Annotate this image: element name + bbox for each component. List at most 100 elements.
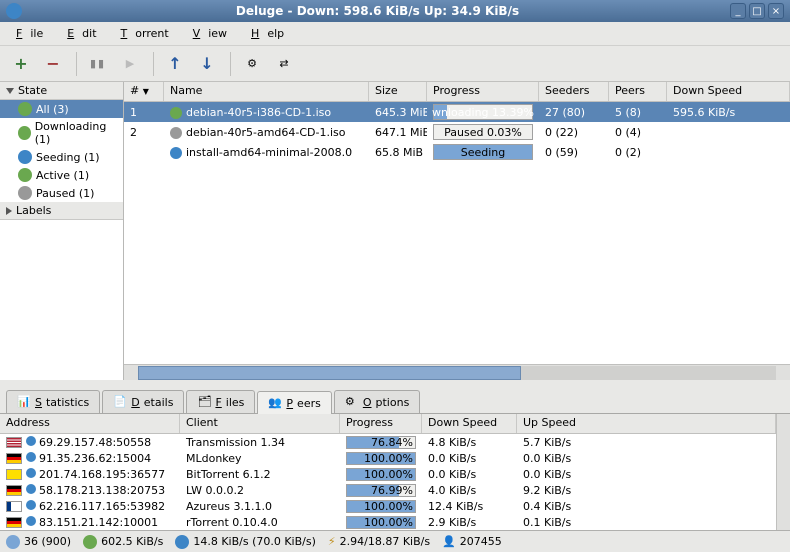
sidebar-item-3[interactable]: Active (1) — [0, 166, 123, 184]
pcol-progress[interactable]: Progress — [340, 414, 422, 433]
scrollbar-thumb[interactable] — [138, 366, 521, 380]
peers-icon: 👥 — [268, 396, 282, 410]
tab-peers[interactable]: 👥Peers — [257, 391, 331, 414]
menu-help[interactable]: Help — [243, 25, 300, 42]
col-progress[interactable]: Progress — [427, 82, 539, 101]
pcol-address[interactable]: Address — [0, 414, 180, 433]
col-size[interactable]: Size — [369, 82, 427, 101]
titlebar: Deluge - Down: 598.6 KiB/s Up: 34.9 KiB/… — [0, 0, 790, 22]
minimize-button[interactable]: _ — [730, 3, 746, 19]
toolbar-separator — [76, 52, 77, 76]
toolbar-separator — [153, 52, 154, 76]
state-icon — [18, 168, 32, 182]
tab-statistics[interactable]: 📊Statistics — [6, 390, 100, 413]
torrent-list: # ▼ Name Size Progress Seeders Peers Dow… — [124, 82, 790, 380]
sidebar-item-label: Paused (1) — [36, 187, 94, 200]
flag-icon — [6, 437, 22, 448]
torrent-state-icon — [170, 147, 182, 159]
maximize-button[interactable]: □ — [749, 3, 765, 19]
state-icon — [18, 126, 31, 140]
upload-icon — [175, 535, 189, 549]
torrent-row[interactable]: 2debian-40r5-amd64-CD-1.iso647.1 MiBPaus… — [124, 122, 790, 142]
status-up: 14.8 KiB/s (70.0 KiB/s) — [193, 535, 316, 548]
menu-view[interactable]: View — [185, 25, 243, 42]
col-peers[interactable]: Peers — [609, 82, 667, 101]
close-button[interactable]: × — [768, 3, 784, 19]
flag-icon — [6, 501, 22, 512]
col-name[interactable]: Name — [164, 82, 369, 101]
status-dht: 207455 — [460, 535, 502, 548]
sidebar-item-0[interactable]: All (3) — [0, 100, 123, 118]
torrent-row[interactable]: install-amd64-minimal-2008.065.8 MiBSeed… — [124, 142, 790, 162]
peers-panel: Address Client Progress Down Speed Up Sp… — [0, 414, 790, 530]
status-connections: 36 (900) — [24, 535, 71, 548]
sidebar-item-label: Downloading (1) — [35, 120, 117, 146]
peer-row[interactable]: 83.151.21.142:10001rTorrent 0.10.4.0100.… — [0, 514, 776, 530]
peer-row[interactable]: 62.216.117.165:53982Azureus 3.1.1.0100.0… — [0, 498, 776, 514]
flag-icon — [6, 485, 22, 496]
details-icon: 📄 — [113, 395, 127, 409]
menu-file[interactable]: File — [8, 25, 59, 42]
queue-down-button[interactable]: ↓ — [192, 50, 222, 78]
sidebar-item-label: Active (1) — [36, 169, 89, 182]
app-icon — [6, 3, 22, 19]
add-torrent-button[interactable]: + — [6, 50, 36, 78]
pause-button[interactable]: ▮▮ — [83, 50, 113, 78]
flag-icon — [6, 469, 22, 480]
sidebar-item-2[interactable]: Seeding (1) — [0, 148, 123, 166]
menu-edit[interactable]: Edit — [59, 25, 112, 42]
horizontal-scrollbar[interactable] — [124, 364, 790, 380]
peer-row[interactable]: 69.29.157.48:50558Transmission 1.3476.84… — [0, 434, 776, 450]
col-seeders[interactable]: Seeders — [539, 82, 609, 101]
state-icon — [18, 150, 32, 164]
torrent-row[interactable]: 1debian-40r5-i386-CD-1.iso645.3 MiBwnloa… — [124, 102, 790, 122]
pcol-up[interactable]: Up Speed — [517, 414, 776, 433]
seed-icon — [26, 452, 36, 462]
queue-up-button[interactable]: ↑ — [160, 50, 190, 78]
sidebar-labels-header[interactable]: Labels — [0, 202, 123, 220]
connection-manager-button[interactable]: ⇄ — [269, 50, 299, 78]
sidebar-item-label: Seeding (1) — [36, 151, 100, 164]
sidebar: State All (3) Downloading (1) Seeding (1) A… — [0, 82, 124, 380]
stats-icon: 📊 — [17, 395, 31, 409]
download-icon — [83, 535, 97, 549]
window-title: Deluge - Down: 598.6 KiB/s Up: 34.9 KiB/… — [236, 4, 519, 18]
pcol-down[interactable]: Down Speed — [422, 414, 517, 433]
protocol-icon: ⚡ — [328, 535, 336, 548]
remove-torrent-button[interactable]: − — [38, 50, 68, 78]
peer-row[interactable]: 58.178.213.138:20753LW 0.0.0.276.99%4.0 … — [0, 482, 776, 498]
torrent-state-icon — [170, 107, 182, 119]
options-icon: ⚙ — [345, 395, 359, 409]
sidebar-item-1[interactable]: Downloading (1) — [0, 118, 123, 148]
torrent-state-icon — [170, 127, 182, 139]
seed-icon — [26, 484, 36, 494]
peer-row[interactable]: 201.74.168.195:36577BitTorrent 6.1.2100.… — [0, 466, 776, 482]
col-num[interactable]: # ▼ — [124, 82, 164, 101]
statusbar: 36 (900) 602.5 KiB/s 14.8 KiB/s (70.0 Ki… — [0, 530, 790, 552]
menubar: File Edit Torrent View Help — [0, 22, 790, 46]
vertical-scrollbar[interactable] — [776, 414, 790, 530]
tab-options[interactable]: ⚙Options — [334, 390, 420, 413]
toolbar: + − ▮▮ ▶ ↑ ↓ ⚙ ⇄ — [0, 46, 790, 82]
peer-row[interactable]: 91.35.236.62:15004MLdonkey100.00%0.0 KiB… — [0, 450, 776, 466]
files-icon: 🗂 — [197, 395, 211, 409]
tab-details[interactable]: 📄Details — [102, 390, 184, 413]
connections-icon — [6, 535, 20, 549]
seed-icon — [26, 436, 36, 446]
flag-icon — [6, 517, 22, 528]
resume-button[interactable]: ▶ — [115, 50, 145, 78]
seed-icon — [26, 500, 36, 510]
peers-header: Address Client Progress Down Speed Up Sp… — [0, 414, 776, 434]
col-downspeed[interactable]: Down Speed — [667, 82, 790, 101]
state-icon — [18, 102, 32, 116]
sidebar-state-header[interactable]: State — [0, 82, 123, 100]
sidebar-item-4[interactable]: Paused (1) — [0, 184, 123, 202]
tab-files[interactable]: 🗂Files — [186, 390, 255, 413]
menu-torrent[interactable]: Torrent — [113, 25, 185, 42]
torrent-list-header: # ▼ Name Size Progress Seeders Peers Dow… — [124, 82, 790, 102]
detail-tabs: 📊Statistics 📄Details 🗂Files 👥Peers ⚙Opti… — [0, 386, 790, 414]
preferences-button[interactable]: ⚙ — [237, 50, 267, 78]
seed-icon — [26, 516, 36, 526]
network-icon: ⇄ — [279, 57, 288, 70]
pcol-client[interactable]: Client — [180, 414, 340, 433]
